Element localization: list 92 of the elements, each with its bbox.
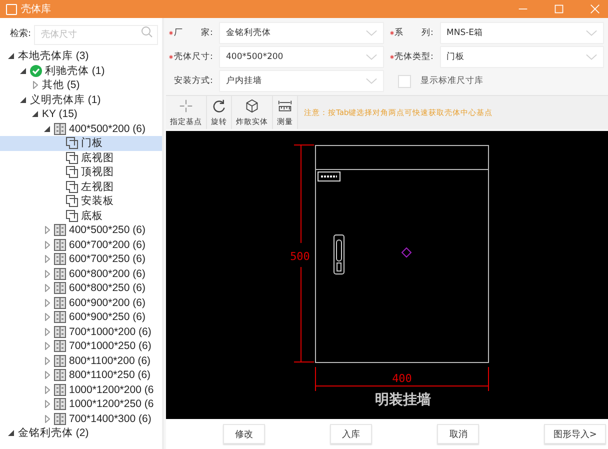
tree-item[interactable]: 利驰壳体 (1) [0, 64, 162, 78]
page-icon [66, 210, 78, 222]
dropdown-field[interactable]: 400*500*200 [219, 46, 384, 68]
maximize-icon[interactable] [554, 4, 564, 14]
tree-item[interactable]: 600*700*200 (6) [0, 238, 162, 252]
cabinet-icon [54, 268, 66, 280]
field-label: 厂 家: [174, 27, 214, 39]
tree-item[interactable]: 700*1400*300 (6) [0, 412, 162, 426]
expanded-arrow-icon[interactable] [8, 430, 14, 436]
action-button[interactable]: 入库 [330, 424, 372, 444]
chevron-down-icon [366, 30, 376, 36]
field-label: 安装方式: [174, 75, 214, 87]
chevron-down-icon [586, 54, 597, 60]
tree-item[interactable]: 600*800*200 (6) [0, 266, 162, 281]
dropdown-field[interactable]: 金铭利壳体 [219, 22, 384, 44]
close-icon[interactable] [590, 4, 600, 14]
tree-item[interactable]: 左视图 [0, 180, 162, 194]
tree-item[interactable]: 600*800*250 (6) [0, 281, 162, 296]
tree-item[interactable]: 顶视图 [0, 165, 162, 180]
cabinet-icon [54, 340, 66, 352]
chevron-down-icon [366, 78, 376, 84]
tree-item[interactable]: 本地壳体库 (3) [0, 49, 162, 64]
field-label: 系 列: [394, 27, 434, 39]
checkbox-label: 显示标准尺寸库 [420, 75, 484, 87]
cabinet-icon [54, 224, 66, 236]
cabinet-icon [54, 398, 66, 410]
tree-item[interactable]: 600*700*250 (6) [0, 252, 162, 266]
tree-item[interactable]: 义明壳体库 (1) [0, 92, 162, 107]
tree-item[interactable]: 其他 (5) [0, 78, 162, 92]
expanded-arrow-icon[interactable] [20, 68, 26, 74]
cabinet-icon [54, 282, 66, 294]
cabinet-icon [54, 354, 66, 367]
tree-item[interactable]: 底板 [0, 208, 162, 223]
tree-item[interactable]: 700*1000*200 (6) [0, 324, 162, 339]
cabinet-icon [54, 253, 66, 266]
tree-item[interactable]: 底视图 [0, 150, 162, 165]
checkbox[interactable] [398, 74, 410, 88]
search-field[interactable]: 壳体尺寸 [34, 25, 158, 45]
search-label: 检索: [10, 28, 32, 40]
expanded-arrow-icon[interactable] [32, 111, 38, 118]
drawing-canvas[interactable]: 500 400 明装挂墙 [166, 131, 608, 419]
tree-item[interactable]: 800*1100*250 (6) [0, 368, 162, 382]
tree-item[interactable]: 门板 [0, 136, 162, 150]
tree-item[interactable]: 600*900*200 (6) [0, 296, 162, 310]
tree-item[interactable]: KY (15) [0, 107, 162, 122]
cabinet-icon [54, 122, 66, 135]
page-icon [66, 137, 78, 150]
dropdown-field[interactable]: 门板 [440, 46, 604, 68]
cabinet-icon [54, 369, 66, 382]
cabinet-icon [54, 296, 66, 309]
dropdown-field[interactable]: MNS-E箱 [440, 22, 604, 44]
page-icon [66, 152, 78, 164]
dropdown-field[interactable]: 户内挂墙 [219, 70, 384, 92]
width-dimension: 400 [392, 372, 412, 385]
cabinet-icon [54, 384, 66, 396]
action-button[interactable]: 图形导入> [544, 424, 606, 444]
check-circle-icon [30, 64, 42, 77]
search-icon [141, 26, 153, 38]
field-label: 壳体类型: [394, 51, 434, 63]
cabinet-icon [54, 311, 66, 324]
ruler-icon [278, 99, 292, 113]
crosshair-icon [179, 99, 193, 113]
page-icon [66, 195, 78, 208]
expanded-arrow-icon[interactable] [20, 96, 26, 103]
rotate-icon [212, 99, 226, 113]
tree-item[interactable]: 安装板 [0, 194, 162, 208]
app-icon [6, 4, 17, 14]
tree-item[interactable]: 800*1100*200 (6) [0, 354, 162, 368]
chevron-down-icon [586, 30, 597, 36]
field-label: 壳体尺寸: [174, 51, 214, 63]
expanded-arrow-icon[interactable] [44, 126, 50, 132]
action-button[interactable]: 取消 [437, 424, 480, 444]
collapsed-arrow-icon[interactable] [32, 81, 38, 90]
action-button[interactable]: 修改 [223, 424, 265, 444]
tree-item[interactable]: 1000*1200*250 (6 [0, 397, 162, 412]
drawing-caption: 明装挂墙 [375, 392, 431, 408]
tree-item[interactable]: 金铭利壳体 (2) [0, 426, 162, 440]
tree-item[interactable]: 1000*1200*200 (6 [0, 382, 162, 397]
cabinet-icon [54, 238, 66, 251]
cabinet-icon [54, 412, 66, 425]
page-icon [66, 166, 78, 178]
chevron-down-icon [366, 54, 376, 60]
page-icon [66, 180, 78, 193]
cube-icon [245, 99, 259, 113]
tree-item[interactable]: 600*900*250 (6) [0, 310, 162, 324]
height-dimension: 500 [290, 250, 310, 263]
tree-item[interactable]: 400*500*250 (6) [0, 223, 162, 238]
window-title: 壳体库 [21, 2, 51, 16]
tree-item[interactable]: 400*500*200 (6) [0, 122, 162, 136]
cabinet-icon [54, 326, 66, 338]
tree-item[interactable]: 700*1000*250 (6) [0, 339, 162, 354]
expanded-arrow-icon[interactable] [8, 53, 14, 60]
